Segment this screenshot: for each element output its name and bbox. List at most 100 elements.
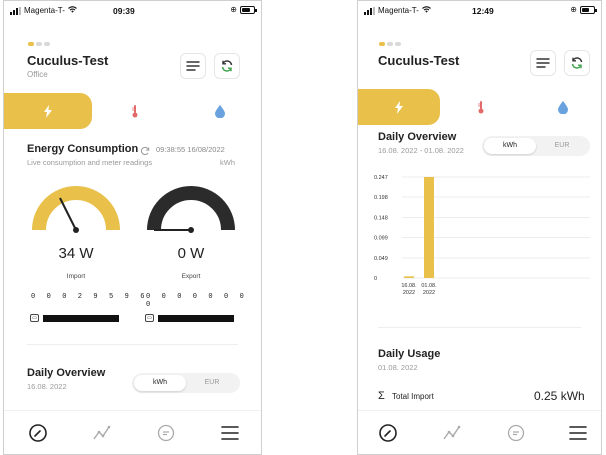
- daily-overview-title: Daily Overview: [378, 131, 457, 143]
- page-indicator: [28, 42, 50, 46]
- battery-icon: [580, 5, 597, 14]
- tab-heat[interactable]: [440, 89, 522, 125]
- bar-chart: 00.0490.0990.1480.1980.24716.08.202201.0…: [374, 175, 590, 296]
- unit-toggle[interactable]: kWh EUR: [482, 136, 590, 156]
- energy-title: Energy Consumption: [27, 143, 139, 155]
- signal-icon: [364, 6, 375, 15]
- export-label: Export: [181, 273, 201, 280]
- last-updated-timestamp: 09:38:55 16/08/2022: [156, 145, 225, 154]
- sigma-icon: Σ: [378, 390, 385, 402]
- nav-menu[interactable]: [218, 421, 242, 445]
- y-tick-label: 0.099: [374, 236, 388, 242]
- import-label: Import: [66, 273, 86, 280]
- thermometer-icon: [478, 101, 484, 114]
- daily-overview-title: Daily Overview: [27, 367, 106, 379]
- toggle-kwh[interactable]: kWh: [134, 375, 186, 391]
- nav-menu[interactable]: [566, 421, 590, 445]
- tab-water[interactable]: [177, 93, 261, 129]
- refresh-button[interactable]: [564, 50, 590, 76]
- location-icon: ⊕: [570, 5, 577, 14]
- tab-electricity[interactable]: [358, 89, 440, 125]
- nav-analytics[interactable]: [90, 421, 114, 445]
- y-tick-label: 0: [374, 276, 377, 282]
- nav-messages[interactable]: [154, 421, 178, 445]
- toggle-eur[interactable]: EUR: [536, 138, 588, 154]
- x-tick-label: 01.08.: [421, 283, 437, 289]
- meter-icon: ▭: [145, 314, 154, 322]
- water-drop-icon: [557, 100, 568, 114]
- chat-icon: [157, 424, 175, 442]
- toggle-kwh[interactable]: kWh: [484, 138, 536, 154]
- phone-screen-overview: Magenta-T- 12:49 ⊕ Cuculus-Test Daily Ov…: [357, 0, 602, 455]
- total-import-value: 0.25 kWh: [534, 389, 585, 403]
- location-icon: ⊕: [230, 5, 237, 14]
- nav-dashboard[interactable]: [26, 421, 50, 445]
- x-tick-label: 16.08.: [401, 283, 417, 289]
- energy-description: Live consumption and meter readings: [27, 158, 153, 167]
- y-tick-label: 0.148: [374, 215, 388, 221]
- clock: 12:49: [472, 6, 494, 16]
- daily-overview-range: 16.08. 2022 - 01.08. 2022: [378, 146, 464, 155]
- bar[interactable]: [404, 276, 414, 278]
- line-chart-icon: [443, 425, 461, 440]
- import-gauge: [32, 186, 120, 233]
- y-tick-label: 0.049: [374, 256, 388, 262]
- wifi-icon: [422, 6, 431, 15]
- category-tabs: [4, 93, 261, 129]
- daily-usage-date: 01.08. 2022: [378, 363, 418, 372]
- y-tick-label: 0.198: [374, 195, 388, 201]
- list-menu-button[interactable]: [530, 50, 556, 76]
- divider: [378, 327, 581, 328]
- page-indicator: [379, 42, 401, 46]
- unit-toggle[interactable]: kWh EUR: [132, 373, 240, 393]
- import-meter-id-redacted: [43, 315, 119, 322]
- gauge-icon: [379, 424, 397, 442]
- import-gauge-needle: [59, 197, 77, 231]
- phone-screen-live: Magenta-T- 09:39 ⊕ Cuculus-Test Office E…: [3, 0, 262, 455]
- chat-icon: [507, 424, 525, 442]
- meter-icon: ▭: [30, 314, 39, 322]
- tab-electricity[interactable]: [4, 93, 92, 129]
- thermometer-icon: [131, 105, 137, 118]
- water-drop-icon: [215, 104, 225, 118]
- bottom-navigation: [358, 410, 601, 454]
- export-gauge: [147, 186, 235, 233]
- bar[interactable]: [424, 177, 434, 278]
- refresh-icon: [221, 60, 233, 72]
- import-power-value: 34 W: [58, 245, 94, 262]
- hamburger-icon: [569, 426, 587, 440]
- lightning-icon: [44, 104, 52, 118]
- gauge-icon: [29, 424, 47, 442]
- daily-overview-chart: 0 0.049 0.099 0.148 0.198 0.247 16.08. 2022 01.0…: [372, 169, 596, 309]
- nav-messages[interactable]: [504, 421, 528, 445]
- status-bar: Magenta-T- 09:39 ⊕: [4, 1, 261, 21]
- tab-water[interactable]: [522, 89, 601, 125]
- export-meter-id-redacted: [158, 315, 234, 322]
- x-tick-label: 2022: [423, 290, 435, 296]
- carrier-name: Magenta-T-: [24, 6, 65, 15]
- nav-dashboard[interactable]: [376, 421, 400, 445]
- export-power-value: 0 W: [177, 245, 205, 262]
- category-tabs: [358, 89, 601, 125]
- list-menu-button[interactable]: [180, 53, 206, 79]
- toggle-eur[interactable]: EUR: [186, 375, 238, 391]
- nav-analytics[interactable]: [440, 421, 464, 445]
- status-bar: Magenta-T- 12:49 ⊕: [358, 1, 601, 21]
- battery-icon: [240, 5, 257, 14]
- x-tick-label: 2022: [403, 290, 415, 296]
- divider: [27, 344, 238, 345]
- energy-unit: kWh: [220, 158, 235, 167]
- list-icon: [186, 61, 200, 71]
- import-meter-reading: 0 0 0 2 9 5 9 6: [31, 293, 149, 301]
- daily-overview-date: 16.08. 2022: [27, 382, 67, 391]
- line-chart-icon: [93, 425, 111, 440]
- bottom-navigation: [4, 410, 261, 454]
- refresh-icon: [571, 57, 583, 69]
- list-icon: [536, 58, 550, 68]
- lightning-icon: [395, 100, 403, 114]
- hamburger-icon: [221, 426, 239, 440]
- tab-heat[interactable]: [92, 93, 177, 129]
- device-location: Office: [27, 70, 48, 79]
- y-tick-label: 0.247: [374, 175, 388, 181]
- refresh-button[interactable]: [214, 53, 240, 79]
